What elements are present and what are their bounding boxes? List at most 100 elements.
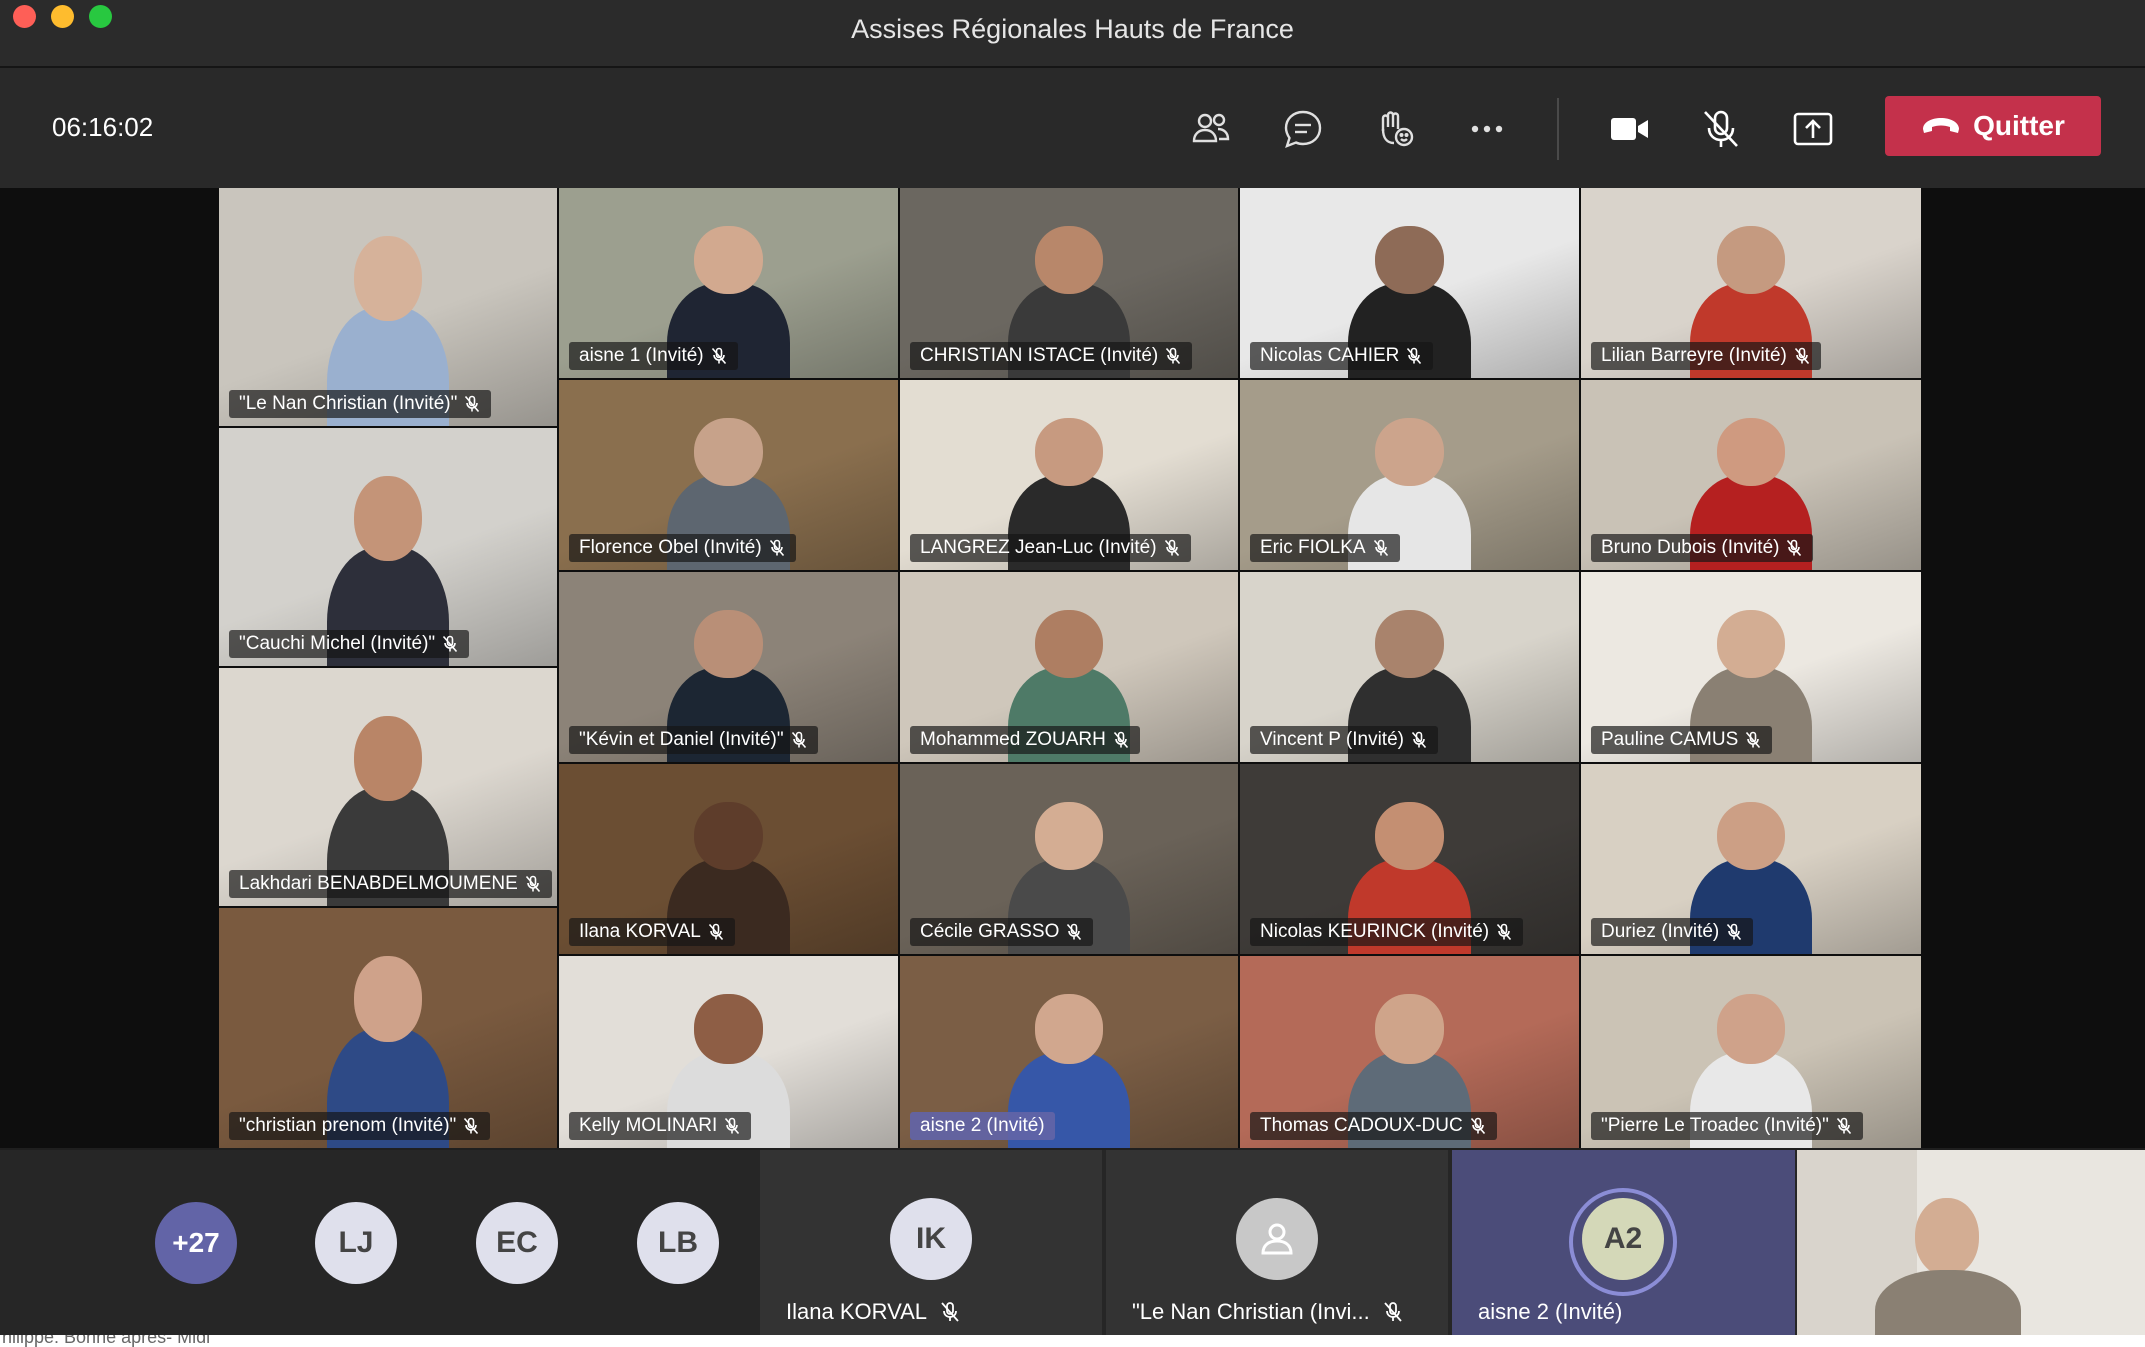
participant-head xyxy=(1375,802,1444,871)
participant-avatar[interactable]: EC xyxy=(476,1202,558,1284)
mic-off-icon xyxy=(1384,1302,1402,1322)
participant-head xyxy=(1375,418,1444,487)
share-icon xyxy=(1793,112,1833,146)
video-tile[interactable]: "Pierre Le Troadec (Invité)" xyxy=(1581,956,1921,1148)
leave-meeting-button[interactable]: Quitter xyxy=(1885,96,2101,156)
participant-head xyxy=(1034,418,1104,487)
participants-button[interactable] xyxy=(1182,100,1240,158)
video-tile[interactable]: Mohammed ZOUARH xyxy=(900,572,1238,762)
leave-label: Quitter xyxy=(1973,110,2065,141)
participant-avatar: A2 xyxy=(1582,1198,1664,1280)
mic-off-icon xyxy=(1787,539,1802,557)
mic-off-icon xyxy=(465,395,480,413)
participant-name-label: Nicolas CAHIER xyxy=(1250,342,1434,370)
participant-name: Nicolas KEURINCK (Invité) xyxy=(1260,921,1490,942)
participant-avatar[interactable]: LJ xyxy=(315,1202,397,1284)
video-tile[interactable]: Eric FIOLKA xyxy=(1240,380,1579,570)
video-tile[interactable]: aisne 1 (Invité) xyxy=(559,188,898,378)
participant-name: Ilana KORVAL xyxy=(786,1299,961,1325)
meeting-timer: 06:16:02 xyxy=(52,112,154,142)
toolbar-divider xyxy=(1557,98,1559,160)
participant-tile[interactable]: IK Ilana KORVAL xyxy=(760,1150,1102,1335)
mic-off-icon xyxy=(1794,347,1809,365)
mic-off-icon xyxy=(1164,539,1179,557)
more-participants-button[interactable]: +27 xyxy=(155,1202,237,1284)
meeting-toolbar: 06:16:02 Quitter xyxy=(0,68,2145,188)
video-tile[interactable]: CHRISTIAN ISTACE (Invité) xyxy=(900,188,1238,378)
video-tile[interactable]: Lilian Barreyre (Invité) xyxy=(1581,188,1921,378)
video-tile[interactable]: "Cauchi Michel (Invité)" xyxy=(219,428,557,666)
participant-name-label: "Pierre Le Troadec (Invité)" xyxy=(1591,1112,1863,1140)
participant-name: Florence Obel (Invité) xyxy=(579,537,762,558)
participant-name: aisne 2 (Invité) xyxy=(1478,1299,1623,1324)
video-tile[interactable]: "Kévin et Daniel (Invité)" xyxy=(559,572,898,762)
more-options-button[interactable] xyxy=(1458,100,1516,158)
participant-name: LANGREZ Jean-Luc (Invité) xyxy=(920,537,1157,558)
participant-name: Kelly MOLINARI xyxy=(579,1115,718,1136)
participant-tile-speaking[interactable]: A2 aisne 2 (Invité) xyxy=(1452,1150,1795,1335)
mic-off-icon xyxy=(1411,731,1427,749)
mic-off-icon xyxy=(525,875,540,893)
video-tile[interactable]: Vincent P (Invité) xyxy=(1240,572,1579,762)
video-tile[interactable]: Florence Obel (Invité) xyxy=(559,380,898,570)
mic-off-icon xyxy=(443,635,458,653)
mic-off-icon xyxy=(1746,731,1761,749)
participant-name-label: Lilian Barreyre (Invité) xyxy=(1591,342,1821,370)
mic-off-icon xyxy=(1704,110,1738,147)
video-tile[interactable]: Nicolas CAHIER xyxy=(1240,188,1579,378)
participant-name-label: "Cauchi Michel (Invité)" xyxy=(229,630,470,658)
video-tile[interactable]: Lakhdari BENABDELMOUMENE xyxy=(219,668,557,906)
reactions-button[interactable] xyxy=(1366,100,1424,158)
video-tile[interactable]: Thomas CADOUX-DUC xyxy=(1240,956,1579,1148)
teams-meeting-window: Assises Régionales Hauts de France 06:16… xyxy=(0,0,2145,1347)
participant-head xyxy=(1034,994,1104,1064)
participant-name: "Cauchi Michel (Invité)" xyxy=(239,633,436,654)
participant-head xyxy=(1034,802,1104,871)
participant-name: aisne 2 (Invité) xyxy=(920,1115,1045,1136)
mic-off-icon xyxy=(1727,923,1742,941)
participant-name: "Pierre Le Troadec (Invité)" xyxy=(1601,1115,1829,1136)
video-tile[interactable]: Duriez (Invité) xyxy=(1581,764,1921,954)
camera-toggle-button[interactable] xyxy=(1600,100,1658,158)
chat-button[interactable] xyxy=(1274,100,1332,158)
participant-head xyxy=(353,715,423,802)
participant-head xyxy=(1716,610,1786,679)
participant-name: aisne 1 (Invité) xyxy=(579,345,704,366)
video-tile[interactable]: Kelly MOLINARI xyxy=(559,956,898,1148)
video-tile[interactable]: Cécile GRASSO xyxy=(900,764,1238,954)
video-tile[interactable]: "Le Nan Christian (Invité)" xyxy=(219,188,557,426)
participant-name-label: Lakhdari BENABDELMOUMENE xyxy=(229,870,552,898)
video-tile[interactable]: "christian prenom (Invité)" xyxy=(219,908,557,1148)
self-preview-video[interactable] xyxy=(1797,1150,2145,1335)
participant-name-label: Pauline CAMUS xyxy=(1591,726,1773,754)
participant-head xyxy=(694,226,763,295)
mic-off-icon xyxy=(1113,731,1128,749)
video-tile[interactable]: Ilana KORVAL xyxy=(559,764,898,954)
participant-avatar[interactable]: LB xyxy=(637,1202,719,1284)
mic-off-icon xyxy=(1470,1117,1485,1135)
participant-head xyxy=(1716,226,1786,295)
video-tile[interactable]: aisne 2 (Invité) xyxy=(900,956,1238,1148)
participant-name-label: Ilana KORVAL xyxy=(569,918,735,946)
mic-toggle-button[interactable] xyxy=(1692,100,1750,158)
video-tile[interactable]: Bruno Dubois (Invité) xyxy=(1581,380,1921,570)
participant-tile[interactable]: "Le Nan Christian (Invi... xyxy=(1106,1150,1448,1335)
participant-name-label: "Kévin et Daniel (Invité)" xyxy=(569,726,818,754)
share-screen-button[interactable] xyxy=(1784,100,1842,158)
participant-avatar xyxy=(1236,1198,1318,1280)
video-tile[interactable]: LANGREZ Jean-Luc (Invité) xyxy=(900,380,1238,570)
participant-name: Bruno Dubois (Invité) xyxy=(1601,537,1780,558)
video-grid: "Le Nan Christian (Invité)" aisne 1 (Invi… xyxy=(219,188,1921,1148)
participant-name-label: Mohammed ZOUARH xyxy=(910,726,1140,754)
participant-name-label: CHRISTIAN ISTACE (Invité) xyxy=(910,342,1193,370)
video-tile[interactable]: Nicolas KEURINCK (Invité) xyxy=(1240,764,1579,954)
mic-off-icon xyxy=(1373,539,1388,557)
hang-up-icon xyxy=(1923,118,1960,133)
participant-name-label: "Le Nan Christian (Invité)" xyxy=(229,390,492,418)
person-head xyxy=(1915,1198,1979,1276)
participant-name-label: Duriez (Invité) xyxy=(1591,918,1754,946)
participant-name: Mohammed ZOUARH xyxy=(920,729,1106,750)
participant-name: Thomas CADOUX-DUC xyxy=(1260,1115,1463,1136)
video-tile[interactable]: Pauline CAMUS xyxy=(1581,572,1921,762)
participant-head xyxy=(1716,802,1786,871)
